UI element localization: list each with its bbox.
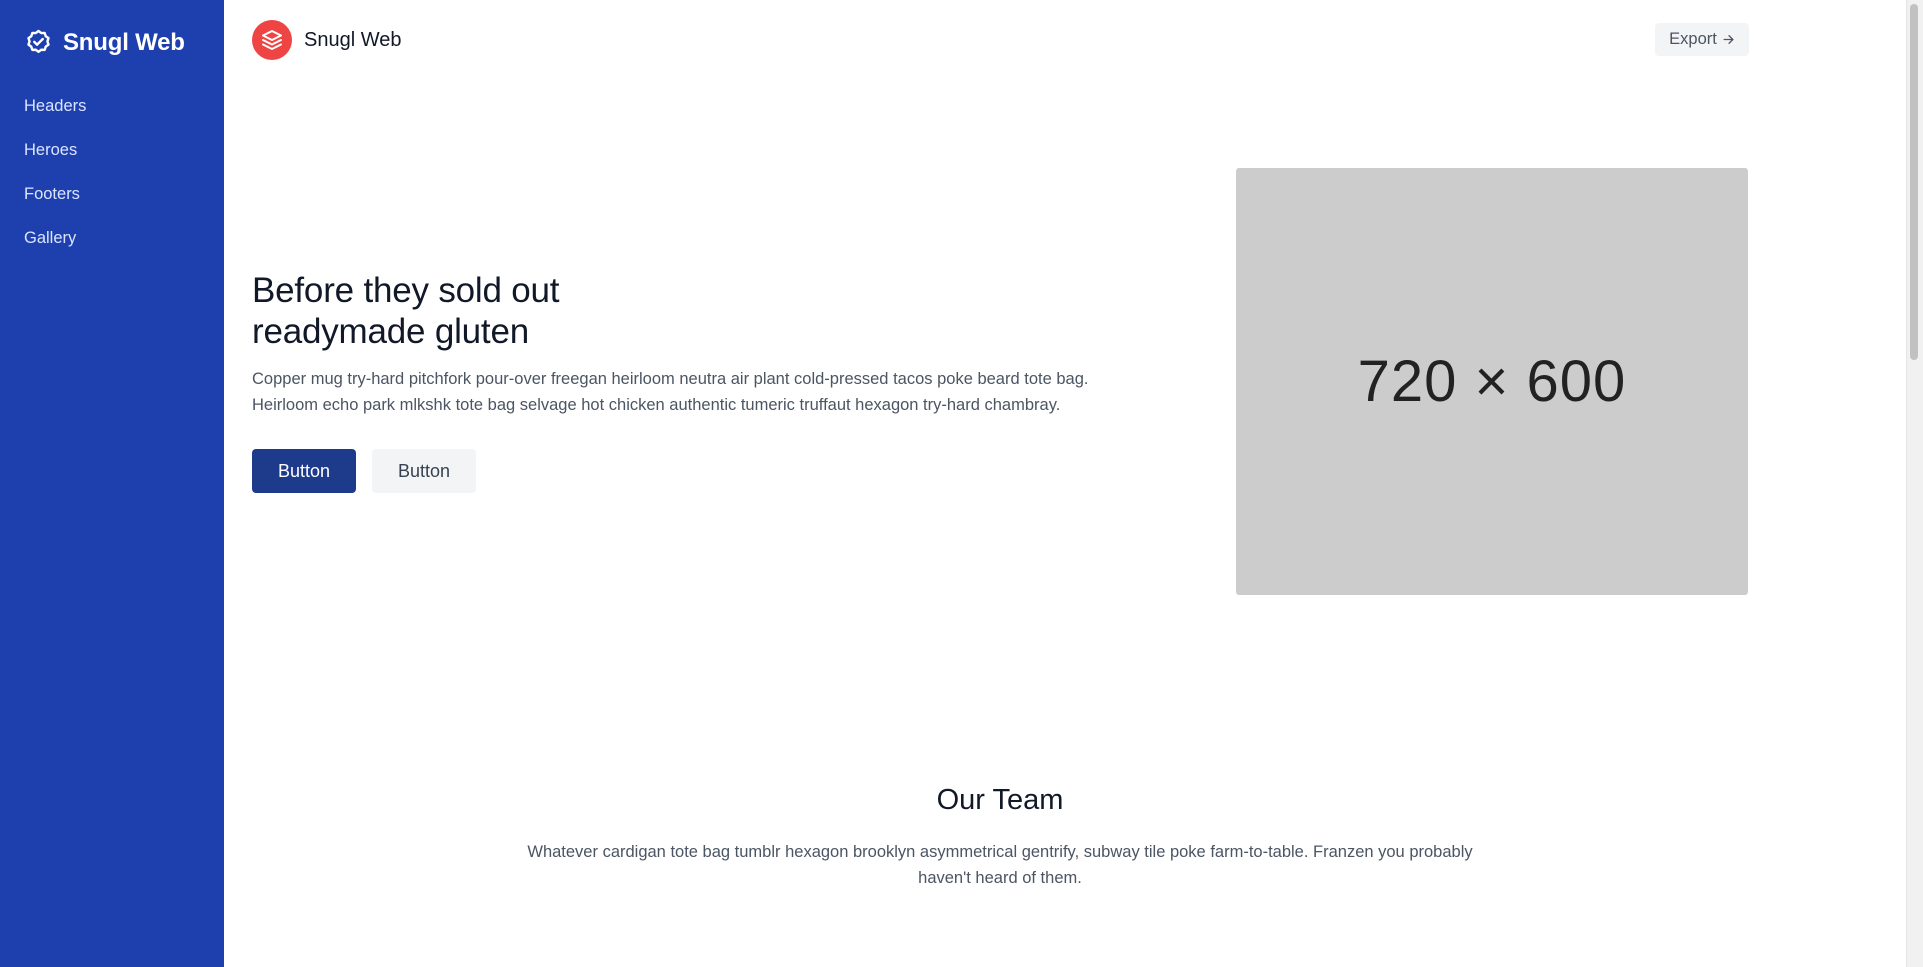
sidebar-item-footers[interactable]: Footers bbox=[24, 182, 86, 226]
hero-description-line-1: Copper mug try-hard pitchfork pour-over … bbox=[252, 370, 1089, 388]
sidebar-item-gallery[interactable]: Gallery bbox=[24, 226, 86, 270]
badge-check-icon bbox=[27, 29, 50, 54]
sidebar-item-heroes[interactable]: Heroes bbox=[24, 138, 86, 182]
sidebar-brand-name: Snugl Web bbox=[63, 28, 185, 56]
hero-description-line-2: Heirloom echo park mlkshk tote bag selva… bbox=[252, 396, 1061, 414]
team-description-line-1: Whatever cardigan tote bag tumblr hexago… bbox=[527, 843, 1473, 861]
scrollbar-thumb[interactable] bbox=[1910, 4, 1918, 360]
header-logo-text: Snugl Web bbox=[304, 28, 402, 51]
export-button-label: Export bbox=[1669, 30, 1717, 48]
main-content: Snugl Web Export Before they sold out re… bbox=[224, 0, 1923, 967]
team-description-line-2: haven't heard of them. bbox=[918, 869, 1082, 887]
sidebar: Snugl Web Headers Heroes Footers Gallery bbox=[0, 0, 224, 967]
secondary-button[interactable]: Button bbox=[372, 449, 476, 493]
sidebar-brand[interactable]: Snugl Web bbox=[24, 28, 185, 57]
sidebar-nav: Headers Heroes Footers Gallery bbox=[24, 94, 86, 270]
primary-button[interactable]: Button bbox=[252, 449, 356, 493]
placeholder-dimensions: 720 × 600 bbox=[1357, 349, 1627, 414]
arrow-right-icon bbox=[1723, 35, 1734, 44]
hero-title-line-1: Before they sold out bbox=[252, 271, 560, 310]
hero-image-placeholder: 720 × 600 bbox=[1236, 168, 1748, 595]
hero-description: Copper mug try-hard pitchfork pour-over … bbox=[252, 366, 1182, 418]
team-title: Our Team bbox=[936, 784, 1064, 816]
header-logo[interactable]: Snugl Web bbox=[252, 20, 401, 60]
sidebar-item-headers[interactable]: Headers bbox=[24, 94, 86, 138]
export-button[interactable]: Export bbox=[1655, 23, 1749, 56]
hero-title-line-2: readymade gluten bbox=[252, 312, 529, 351]
stack-icon bbox=[252, 20, 292, 60]
hero-title: Before they sold out readymade gluten bbox=[252, 270, 560, 352]
team-description: Whatever cardigan tote bag tumblr hexago… bbox=[500, 839, 1500, 891]
